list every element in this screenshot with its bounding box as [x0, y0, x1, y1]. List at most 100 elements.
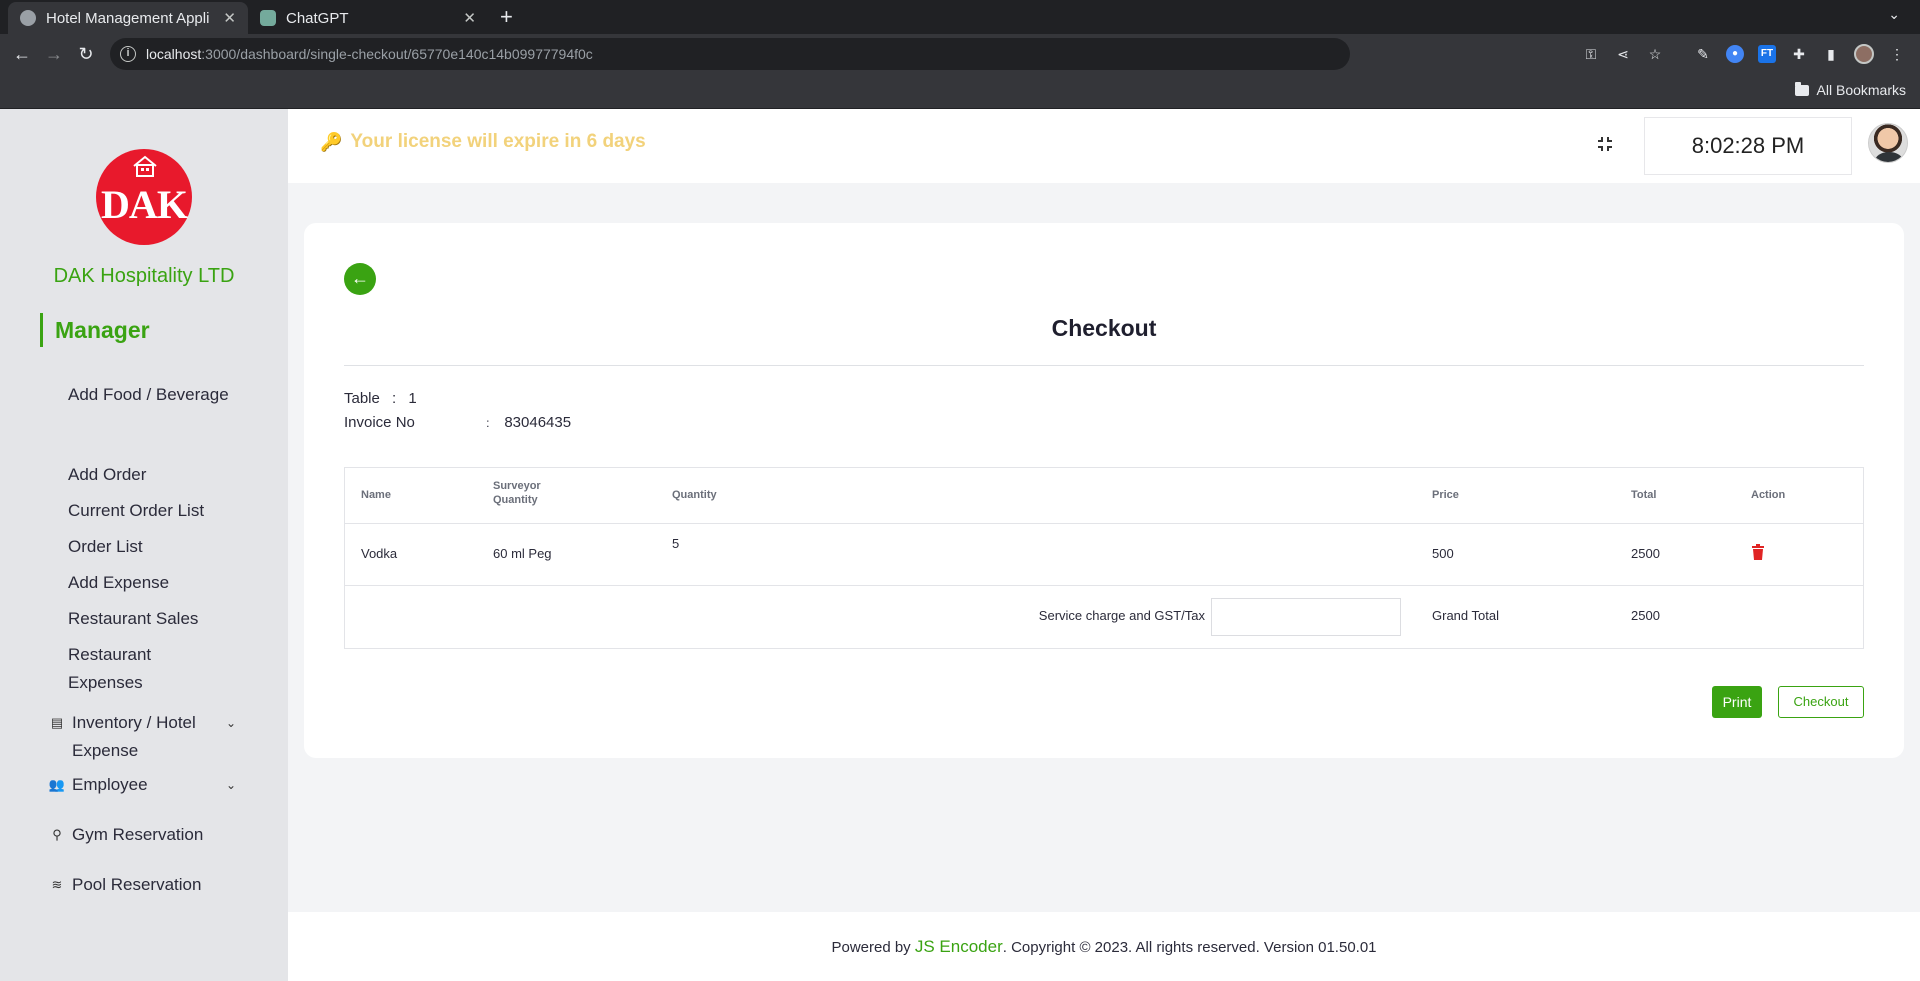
kebab-menu-icon[interactable]: ⋮ [1888, 45, 1906, 63]
column-header-line: Surveyor [493, 480, 541, 492]
sidebar-group-label: Employee [72, 775, 148, 794]
sidebar-group-label: Pool Reservation [72, 875, 202, 894]
side-panel-icon[interactable]: ▮ [1822, 45, 1840, 63]
sidebar-item-restaurant-expenses[interactable]: Restaurant Expenses [68, 641, 198, 697]
fullscreen-icon[interactable] [1596, 135, 1614, 153]
column-header-line: Quantity [493, 494, 538, 506]
close-icon[interactable]: ✕ [223, 9, 236, 27]
invoice-info: Invoice No : 83046435 [344, 414, 584, 431]
chatgpt-icon [260, 10, 276, 26]
column-header-total: Total [1631, 489, 1657, 501]
chevron-down-icon: ⌄ [225, 716, 236, 730]
star-icon[interactable]: ☆ [1646, 45, 1664, 63]
table-value: 1 [408, 390, 417, 407]
bookmarks-bar: All Bookmarks [0, 74, 1920, 109]
address-bar[interactable]: i localhost:3000/dashboard/single-checko… [110, 38, 1350, 70]
toolbar-icons: ⚿ ⋖ ☆ ✎ ● FT ✚ ▮ ⋮ [1582, 44, 1906, 64]
key-icon[interactable]: ⚿ [1582, 45, 1600, 63]
footer: Powered by JS Encoder. Copyright © 2023.… [288, 912, 1920, 981]
house-icon [133, 155, 157, 177]
company-logo[interactable]: DAK [96, 149, 192, 245]
grand-total-value: 2500 [1631, 608, 1660, 623]
sidebar-item-add-food-beverage[interactable]: Add Food / Beverage [68, 381, 248, 409]
footer-brand-link[interactable]: JS Encoder [915, 937, 1003, 956]
column-header-action: Action [1751, 489, 1786, 501]
forward-arrow-icon[interactable]: → [42, 42, 66, 66]
archive-icon: ▤ [50, 715, 64, 730]
footer-prefix: Powered by [831, 939, 915, 956]
sidebar-group-inventory[interactable]: ▤ Inventory / Hotel Expense ⌄ [48, 709, 248, 765]
column-header-price: Price [1432, 489, 1459, 501]
sidebar: DAK DAK Hospitality LTD Manager Add Food… [0, 109, 288, 981]
user-avatar[interactable] [1868, 123, 1908, 163]
sidebar-item-current-order-list[interactable]: Current Order List [68, 497, 248, 525]
folder-icon [1794, 81, 1809, 96]
item-total: 2500 [1631, 546, 1660, 561]
sidebar-item-add-expense[interactable]: Add Expense [68, 569, 248, 597]
table-separator: : [392, 390, 397, 407]
back-arrow-icon[interactable]: ← [10, 42, 34, 66]
chevron-down-icon[interactable]: ⌄ [1888, 6, 1900, 23]
extension-translate-icon[interactable]: FT [1758, 45, 1776, 63]
license-warning: 🔑 Your license will expire in 6 days [320, 131, 646, 153]
tab-title: ChatGPT [286, 9, 349, 27]
sidebar-group-label: Gym Reservation [72, 825, 204, 844]
table-row: Vodka 60 ml Peg 5 500 2500 [345, 524, 1863, 586]
all-bookmarks[interactable]: All Bookmarks [1794, 81, 1906, 98]
clock: 8:02:28 PM [1644, 117, 1852, 175]
eyedropper-icon[interactable]: ✎ [1694, 45, 1712, 63]
column-header-surveyor-quantity: Surveyor Quantity [493, 479, 541, 507]
column-header-name: Name [361, 489, 391, 501]
puzzle-icon[interactable]: ✚ [1790, 45, 1808, 63]
sidebar-item-add-order[interactable]: Add Order [68, 461, 248, 489]
extension-blue-icon[interactable]: ● [1726, 45, 1744, 63]
table-info: Table : 1 [344, 390, 417, 407]
close-icon[interactable]: ✕ [463, 9, 476, 27]
sidebar-item-restaurant-sales[interactable]: Restaurant Sales [68, 605, 248, 633]
order-table: Name Surveyor Quantity Quantity Price To… [344, 467, 1864, 649]
all-bookmarks-label: All Bookmarks [1816, 82, 1906, 98]
chevron-down-icon: ⌄ [225, 778, 236, 792]
checkout-button[interactable]: Checkout [1778, 686, 1864, 718]
tax-input[interactable] [1211, 598, 1401, 636]
share-icon[interactable]: ⋖ [1614, 45, 1632, 63]
sidebar-item-gym-reservation[interactable]: ⚲ Gym Reservation [48, 821, 248, 849]
invoice-separator: : [486, 416, 490, 430]
url-path: :3000/dashboard/single-checkout/65770e14… [201, 46, 593, 62]
browser-toolbar: ← → ↻ i localhost:3000/dashboard/single-… [0, 34, 1920, 74]
print-button[interactable]: Print [1712, 686, 1762, 718]
license-text: Your license will expire in 6 days [350, 131, 646, 152]
key-icon: 🔑 [320, 131, 343, 152]
sidebar-item-order-list[interactable]: Order List [68, 533, 248, 561]
company-name: DAK Hospitality LTD [53, 265, 235, 287]
sidebar-group-label: Inventory / Hotel Expense [72, 713, 196, 760]
item-price: 500 [1432, 546, 1454, 561]
profile-avatar-icon[interactable] [1854, 44, 1874, 64]
item-quantity[interactable]: 5 [672, 536, 679, 551]
page-title: Checkout [1051, 315, 1157, 341]
trash-icon[interactable] [1751, 544, 1765, 560]
users-icon: 👥 [48, 777, 66, 792]
checkout-card: ← Checkout Table : 1 Invoice No : 830464… [304, 223, 1904, 758]
tab-title: Hotel Management Appli [46, 9, 210, 27]
table-header-row: Name Surveyor Quantity Quantity Price To… [345, 468, 1863, 524]
tab-chatgpt[interactable]: ChatGPT ✕ [248, 2, 488, 34]
divider [344, 365, 1864, 366]
reload-icon[interactable]: ↻ [74, 42, 98, 66]
url-host: localhost [146, 46, 202, 62]
new-tab-button[interactable]: + [500, 4, 513, 30]
invoice-value: 83046435 [504, 414, 572, 431]
tab-hotel-management[interactable]: Hotel Management Appli ✕ [8, 2, 248, 34]
footer-copyright: . Copyright © 2023. All rights reserved.… [1002, 939, 1377, 956]
column-header-quantity: Quantity [672, 489, 717, 501]
site-info-icon[interactable]: i [120, 46, 136, 62]
globe-icon [20, 10, 36, 26]
gym-icon: ⚲ [52, 827, 62, 842]
logo-text: DAK [101, 181, 188, 227]
summary-row: Service charge and GST/Tax Grand Total 2… [345, 586, 1863, 648]
sidebar-item-pool-reservation[interactable]: ≋ Pool Reservation [48, 871, 248, 899]
top-header: 🔑 Your license will expire in 6 days 8:0… [288, 109, 1920, 183]
back-arrow-icon[interactable]: ← [344, 263, 376, 295]
invoice-label: Invoice No [344, 414, 415, 431]
sidebar-group-employee[interactable]: 👥 Employee ⌄ [48, 771, 248, 799]
